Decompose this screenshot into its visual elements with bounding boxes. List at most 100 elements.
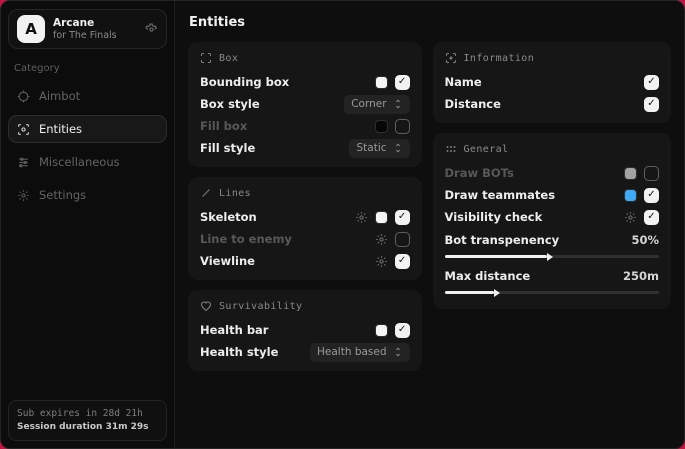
gear-icon[interactable] [375,255,388,268]
setting-row-health-bar: Health bar [200,319,410,341]
setting-label: Viewline [200,254,255,268]
color-swatch[interactable] [375,211,388,224]
sidebar: A Arcane for The Finals Category Aimbot [1,1,175,448]
setting-label: Visibility check [445,210,543,224]
checkbox[interactable] [395,75,410,90]
sliders-icon [17,156,30,169]
setting-row-fill-box: Fill box [200,115,410,137]
section-title: General [464,144,509,155]
sidebar-item-label: Settings [39,188,86,202]
checkbox[interactable] [395,323,410,338]
color-swatch[interactable] [375,324,388,337]
checkbox[interactable] [644,210,659,225]
color-swatch[interactable] [624,167,637,180]
max-distance-group: Max distance 250m [445,265,659,294]
header-gear-icon[interactable] [145,23,158,36]
sub-expiry-text: Sub expires in 28d 21h [17,407,158,421]
app-header-card: A Arcane for The Finals [8,9,167,49]
setting-label: Box style [200,97,260,111]
health-style-dropdown[interactable]: Health based [310,343,410,362]
setting-row-distance: Distance [445,93,659,115]
section-title: Box [219,53,238,64]
slider-fill [445,255,548,258]
scan-eye-icon [17,123,30,136]
checkbox[interactable] [395,254,410,269]
max-distance-slider[interactable] [445,291,659,294]
setting-row-bounding-box: Bounding box [200,71,410,93]
setting-label: Bounding box [200,75,289,89]
grid-dots-icon [445,143,457,155]
arrows-up-down-icon [393,143,403,153]
app-logo: A [17,15,45,43]
heart-icon [200,300,212,312]
slider-fill [445,291,494,294]
checkbox[interactable] [644,97,659,112]
color-swatch[interactable] [375,76,388,89]
dropdown-value: Static [356,142,386,154]
sidebar-item-miscellaneous[interactable]: Miscellaneous [8,148,167,176]
sidebar-item-label: Aimbot [39,89,80,103]
checkbox[interactable] [644,166,659,181]
slider-value: 50% [631,233,659,247]
bot-transparency-slider[interactable] [445,255,659,258]
setting-label: Line to enemy [200,232,292,246]
sidebar-item-label: Miscellaneous [39,155,120,169]
setting-label: Bot transpenency [445,233,560,247]
gear-icon[interactable] [375,233,388,246]
sidebar-item-label: Entities [39,122,82,136]
setting-row-fill-style: Fill style Static [200,137,410,159]
sidebar-item-aimbot[interactable]: Aimbot [8,82,167,110]
setting-row-box-style: Box style Corner [200,93,410,115]
arrows-up-down-icon [393,99,403,109]
crosshair-icon [17,90,30,103]
app-subtitle: for The Finals [53,30,137,42]
setting-label: Fill box [200,119,247,133]
gear-icon[interactable] [624,211,637,224]
checkbox[interactable] [395,210,410,225]
checkbox[interactable] [395,119,410,134]
gear-icon [17,189,30,202]
setting-label: Fill style [200,141,255,155]
box-brackets-icon [200,52,212,64]
setting-label: Skeleton [200,210,257,224]
page-title: Entities [189,15,671,30]
general-section-card: General Draw BOTs Draw teammates [433,133,671,309]
information-section-card: Information Name Distance [433,42,671,123]
setting-row-viewline: Viewline [200,250,410,272]
setting-label: Max distance [445,269,531,283]
setting-row-draw-bots: Draw BOTs [445,162,659,184]
session-duration-text: Session duration 31m 29s [17,421,158,434]
color-swatch[interactable] [624,189,637,202]
fill-style-dropdown[interactable]: Static [349,139,409,158]
setting-row-line-to-enemy: Line to enemy [200,228,410,250]
dropdown-value: Health based [317,346,387,358]
box-style-dropdown[interactable]: Corner [344,95,409,114]
section-title: Survivability [219,301,302,312]
gear-icon[interactable] [355,211,368,224]
setting-label: Draw teammates [445,188,556,202]
sidebar-nav: Aimbot Entities Miscellaneous [8,82,167,209]
checkbox[interactable] [395,232,410,247]
arrows-up-down-icon [393,347,403,357]
color-swatch[interactable] [375,120,388,133]
checkbox[interactable] [644,188,659,203]
setting-label: Distance [445,97,501,111]
setting-row-health-style: Health style Health based [200,341,410,363]
category-label: Category [14,63,167,74]
lines-section-card: Lines Skeleton [188,177,422,280]
setting-label: Name [445,75,482,89]
checkbox[interactable] [644,75,659,90]
scan-info-icon [445,52,457,64]
setting-row-name: Name [445,71,659,93]
app-window: A Arcane for The Finals Category Aimbot [0,0,685,449]
sidebar-item-settings[interactable]: Settings [8,181,167,209]
main-panel: Entities Box Bounding box [175,1,684,448]
setting-label: Draw BOTs [445,166,514,180]
setting-label: Health bar [200,323,268,337]
setting-row-visibility-check: Visibility check [445,206,659,228]
sidebar-item-entities[interactable]: Entities [8,115,167,143]
setting-row-skeleton: Skeleton [200,206,410,228]
section-title: Information [464,53,535,64]
setting-label: Health style [200,345,278,359]
box-section-card: Box Bounding box Box style Corner [188,42,422,167]
